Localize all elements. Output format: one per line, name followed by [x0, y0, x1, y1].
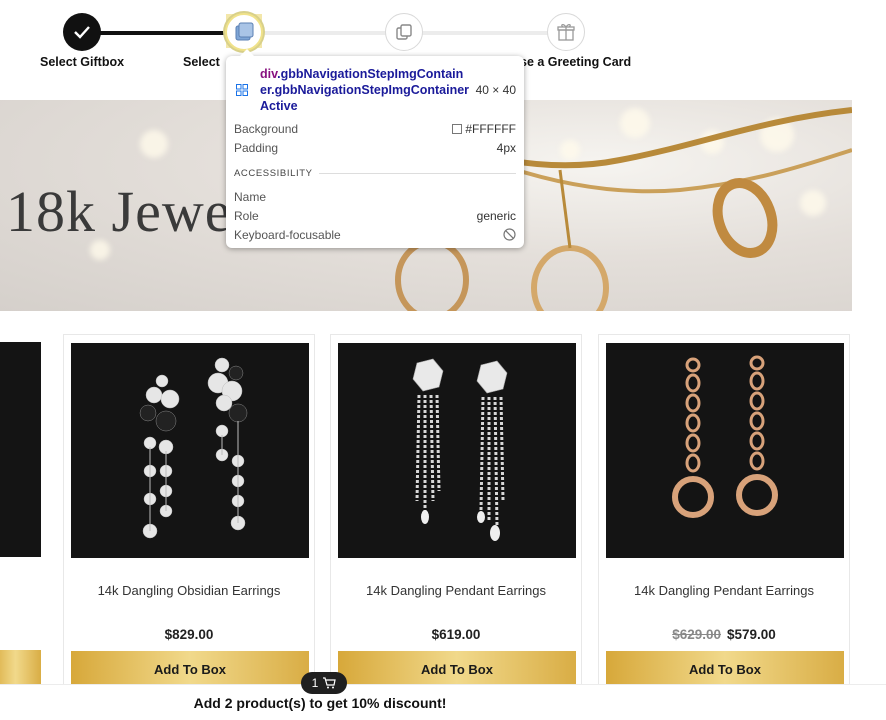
- page: Select Giftbox Select se a Greeting Card: [0, 0, 886, 720]
- copy-icon: [396, 24, 412, 40]
- accessibility-heading: ACCESSIBILITY: [234, 168, 313, 179]
- name-row: Name: [234, 190, 516, 204]
- price-original: $629.00: [672, 627, 721, 642]
- stepper-progress-done: [82, 31, 244, 35]
- devtools-inspect-tooltip: div.gbbNavigationStepImgContainer.gbbNav…: [226, 49, 524, 248]
- price-current: $829.00: [164, 627, 214, 642]
- box-icon: [235, 22, 254, 41]
- product-card-partial: [0, 334, 41, 694]
- product-name[interactable]: 14k Dangling Obsidian Earrings: [64, 583, 314, 598]
- accessibility-section: ACCESSIBILITY: [234, 168, 516, 179]
- element-size: 40 × 40: [475, 83, 516, 97]
- background-value: #FFFFFF: [465, 122, 516, 136]
- rose-gold-earrings-image: [672, 355, 778, 518]
- product-image[interactable]: [606, 343, 844, 558]
- pendant-earrings-image: [412, 358, 508, 541]
- section-divider: [318, 173, 516, 174]
- grid-layout-icon: [236, 84, 248, 96]
- product-image[interactable]: [338, 343, 576, 558]
- name-label: Name: [234, 190, 267, 204]
- check-icon: [74, 26, 90, 39]
- product-price: $619.00: [331, 627, 581, 642]
- background-label: Background: [234, 122, 299, 136]
- product-price: $629.00 $579.00: [599, 627, 849, 642]
- element-tag: div: [260, 67, 278, 81]
- role-value: generic: [476, 209, 516, 223]
- tooltip-arrow: [240, 49, 254, 56]
- add-to-box-button[interactable]: Add To Box: [71, 651, 309, 687]
- product-name[interactable]: 14k Dangling Pendant Earrings: [331, 583, 581, 598]
- padding-label: Padding: [234, 141, 279, 155]
- step-2-circle[interactable]: [225, 13, 263, 51]
- step-4-circle[interactable]: [547, 13, 585, 51]
- padding-row: Padding 4px: [234, 141, 516, 155]
- not-focusable-icon: [503, 228, 516, 241]
- step-4-label[interactable]: se a Greeting Card: [520, 55, 631, 69]
- focusable-row: Keyboard-focusable: [234, 228, 516, 242]
- discount-message: Add 2 product(s) to get 10% discount!: [193, 695, 447, 711]
- add-to-box-button[interactable]: Add To Box: [606, 651, 844, 687]
- banner-title: 18k Jewel: [6, 179, 249, 244]
- cart-count: 1: [311, 676, 319, 690]
- price-current: $619.00: [431, 627, 481, 642]
- product-image[interactable]: [71, 343, 309, 558]
- padding-value: 4px: [496, 141, 516, 155]
- role-row: Role generic: [234, 209, 516, 223]
- product-card: 14k Dangling Obsidian Earrings $829.00 A…: [63, 334, 315, 694]
- product-name[interactable]: 14k Dangling Pendant Earrings: [599, 583, 849, 598]
- element-classes: .gbbNavigationStepImgContainer.gbbNaviga…: [260, 67, 470, 113]
- product-image[interactable]: [0, 342, 41, 557]
- product-price: $829.00: [64, 627, 314, 642]
- cart-icon: [323, 677, 337, 689]
- gift-icon: [557, 24, 575, 41]
- add-to-box-button[interactable]: [0, 650, 41, 686]
- step-2-label[interactable]: Select: [183, 55, 220, 69]
- step-1-label[interactable]: Select Giftbox: [40, 55, 124, 69]
- product-card: 14k Dangling Pendant Earrings $629.00 $57…: [598, 334, 850, 694]
- focusable-label: Keyboard-focusable: [234, 228, 341, 242]
- background-row: Background #FFFFFF: [234, 122, 516, 136]
- element-selector: div.gbbNavigationStepImgContainer.gbbNav…: [260, 66, 470, 114]
- product-card: 14k Dangling Pendant Earrings $619.00 Ad…: [330, 334, 582, 694]
- color-swatch: [452, 124, 463, 134]
- price-current: $579.00: [727, 627, 776, 642]
- cart-button[interactable]: 1: [301, 672, 347, 694]
- step-1-circle[interactable]: [63, 13, 101, 51]
- role-label: Role: [234, 209, 259, 223]
- add-to-box-button[interactable]: Add To Box: [338, 651, 576, 687]
- obsidian-earrings-image: [139, 357, 248, 538]
- step-3-circle[interactable]: [385, 13, 423, 51]
